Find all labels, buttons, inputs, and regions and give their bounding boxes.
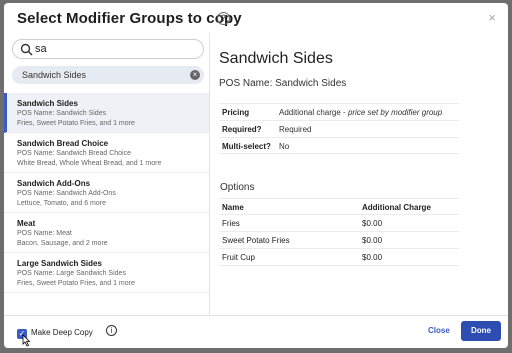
column-header-charge: Additional Charge — [362, 203, 431, 212]
group-pos-name: POS Name: Meat — [17, 230, 72, 237]
group-name: Sandwich Bread Choice — [17, 139, 109, 148]
mouse-cursor-icon — [22, 334, 31, 347]
property-value: Additional charge - price set by modifie… — [279, 108, 443, 117]
detail-pos-name: POS Name: Sandwich Sides — [219, 78, 347, 89]
group-name: Sandwich Add-Ons — [17, 179, 91, 188]
list-item-sandwich-add-ons[interactable]: Sandwich Add-Ons POS Name: Sandwich Add-… — [4, 173, 209, 213]
property-row-pricing: Pricing Additional charge - price set by… — [219, 103, 459, 120]
options-table: Name Additional Charge Fries $0.00 Sweet… — [219, 198, 459, 266]
list-item-sandwich-bread-choice[interactable]: Sandwich Bread Choice POS Name: Sandwich… — [4, 133, 209, 173]
group-list-panel: Sandwich Sides × Sandwich Sides POS Name… — [4, 33, 210, 315]
list-item-meat[interactable]: Meat POS Name: Meat Bacon, Sausage, and … — [4, 213, 209, 253]
group-name: Meat — [17, 219, 36, 228]
search-input[interactable] — [35, 41, 195, 57]
modal-dialog: Select Modifier Groups to copy ? × Sandw… — [4, 3, 508, 348]
group-items: White Bread, Whole Wheat Bread, and 1 mo… — [17, 159, 162, 167]
deep-copy-label[interactable]: Make Deep Copy — [31, 328, 93, 337]
info-icon[interactable]: i — [106, 325, 117, 336]
close-button[interactable]: Close — [428, 326, 450, 335]
list-item-large-sandwich-sides[interactable]: Large Sandwich Sides POS Name: Large San… — [4, 253, 209, 293]
options-heading: Options — [220, 182, 255, 193]
search-box — [12, 39, 204, 59]
property-label: Required? — [222, 125, 262, 134]
detail-title: Sandwich Sides — [219, 50, 333, 67]
group-pos-name: POS Name: Sandwich Add-Ons — [17, 190, 116, 197]
option-name: Fries — [222, 219, 240, 228]
help-icon[interactable]: ? — [217, 12, 230, 25]
dialog-header: Select Modifier Groups to copy ? × — [4, 3, 508, 33]
filter-chip-label: Sandwich Sides — [22, 70, 87, 80]
option-charge: $0.00 — [362, 253, 383, 262]
table-row: Fries $0.00 — [219, 215, 459, 232]
group-pos-name: POS Name: Large Sandwich Sides — [17, 270, 126, 277]
group-items: Fries, Sweet Potato Fries, and 1 more — [17, 119, 135, 127]
done-button[interactable]: Done — [461, 321, 501, 341]
filter-chip: Sandwich Sides × — [12, 66, 204, 84]
property-row-required: Required? Required — [219, 120, 459, 137]
close-icon[interactable]: × — [488, 10, 496, 25]
column-header-name: Name — [222, 203, 244, 212]
table-row: Fruit Cup $0.00 — [219, 249, 459, 266]
option-name: Fruit Cup — [222, 253, 255, 262]
group-name: Sandwich Sides — [17, 99, 78, 108]
detail-panel: Sandwich Sides POS Name: Sandwich Sides … — [210, 33, 508, 315]
property-row-multi-select: Multi-select? No — [219, 137, 459, 154]
search-icon — [20, 43, 33, 56]
group-items: Lettuce, Tomato, and 6 more — [17, 199, 106, 207]
option-charge: $0.00 — [362, 219, 383, 228]
property-value: No — [279, 142, 290, 151]
group-pos-name: POS Name: Sandwich Bread Choice — [17, 150, 131, 157]
group-name: Large Sandwich Sides — [17, 259, 102, 268]
clear-icon[interactable]: × — [190, 70, 200, 80]
property-value: Required — [279, 125, 312, 134]
table-header: Name Additional Charge — [219, 198, 459, 215]
list-item-sandwich-sides[interactable]: Sandwich Sides POS Name: Sandwich Sides … — [4, 93, 209, 133]
property-label: Pricing — [222, 108, 250, 117]
dialog-footer: ✓ Make Deep Copy i Close Done — [4, 315, 508, 348]
property-label: Multi-select? — [222, 142, 271, 151]
group-pos-name: POS Name: Sandwich Sides — [17, 110, 107, 117]
table-row: Sweet Potato Fries $0.00 — [219, 232, 459, 249]
properties-table: Pricing Additional charge - price set by… — [219, 103, 459, 154]
group-list: Sandwich Sides POS Name: Sandwich Sides … — [4, 93, 209, 293]
dialog-title: Select Modifier Groups to copy — [17, 10, 242, 27]
option-charge: $0.00 — [362, 236, 383, 245]
option-name: Sweet Potato Fries — [222, 236, 290, 245]
group-items: Fries, Sweet Potato Fries, and 1 more — [17, 279, 135, 287]
group-items: Bacon, Sausage, and 2 more — [17, 239, 108, 247]
